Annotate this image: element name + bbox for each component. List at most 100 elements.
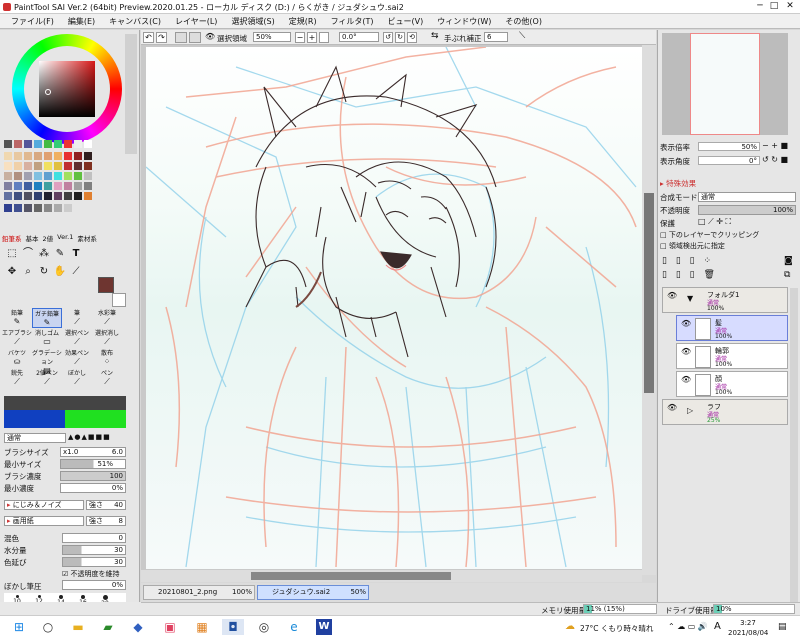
layer-rough[interactable]: 👁 ▷ ラフ 通常 25% bbox=[662, 399, 788, 425]
app-icon-5[interactable]: ◎ bbox=[256, 619, 272, 635]
lasso-icon[interactable]: ⌒ bbox=[20, 246, 36, 262]
minimize-button[interactable]: ─ bbox=[754, 1, 766, 12]
brush-watercolor[interactable]: 水彩筆 ⟋ bbox=[92, 308, 122, 328]
blur-pressure-field[interactable]: 0% bbox=[62, 580, 126, 590]
blend-mode-select[interactable]: 通常 bbox=[4, 433, 66, 443]
brush-sharp[interactable]: 鋭先 ⟋ bbox=[2, 368, 32, 388]
panel-scrollbar[interactable] bbox=[125, 34, 137, 154]
color-wheel[interactable] bbox=[12, 34, 122, 144]
rotate-right-button[interactable]: ↻ bbox=[395, 32, 405, 43]
text-tool-icon[interactable]: T bbox=[68, 246, 84, 262]
color-strip[interactable] bbox=[4, 396, 126, 428]
zoom-reset-button[interactable] bbox=[319, 32, 329, 43]
ime-indicator[interactable]: A bbox=[714, 621, 721, 632]
selection-visible-icon[interactable]: 👁 bbox=[205, 32, 215, 41]
layer-action-buttons-2[interactable]: ▯ ▯ ▯ 🗑 bbox=[662, 270, 718, 280]
rotate-icon[interactable]: ↻ bbox=[36, 264, 52, 280]
horizontal-scroll-thumb[interactable] bbox=[251, 572, 451, 580]
selection-source-checkbox[interactable]: □ 領域検出元に指定 bbox=[660, 241, 725, 251]
visibility-eye-icon[interactable]: 👁 bbox=[667, 291, 677, 300]
paper-select[interactable]: ▸ 画用紙 bbox=[4, 516, 84, 526]
layer-outline[interactable]: 👁 輪郭 通常 100% bbox=[676, 343, 788, 369]
brush-effect-pen[interactable]: 効果ペン ⟋ bbox=[62, 348, 92, 368]
visibility-eye-icon[interactable]: 👁 bbox=[681, 319, 691, 328]
zoom-out-button[interactable]: − bbox=[295, 32, 305, 43]
tray-icons[interactable]: ⌃ ☁ ▭ 🔊 bbox=[668, 622, 708, 631]
visibility-eye-icon[interactable]: 👁 bbox=[667, 403, 677, 412]
texture-select[interactable]: ▸ にじみ＆ノイズ bbox=[4, 500, 84, 510]
brush-eraser[interactable]: 消しゴム ▭ bbox=[32, 328, 62, 348]
straight-line-icon[interactable]: ⟍ bbox=[519, 31, 525, 41]
brush-select-eraser[interactable]: 選択消し ⟋ bbox=[92, 328, 122, 348]
zoom-icon[interactable]: ⌕ bbox=[20, 264, 36, 280]
current-color-swatch[interactable] bbox=[98, 277, 114, 293]
brush-shape-selector[interactable]: ▲●▲■■■ bbox=[68, 433, 126, 443]
keep-opacity-checkbox[interactable]: ☑ 不透明度を維持 bbox=[62, 569, 120, 579]
deselect-button[interactable] bbox=[175, 32, 187, 43]
secondary-color-swatch[interactable] bbox=[112, 293, 126, 307]
invert-selection-button[interactable] bbox=[189, 32, 201, 43]
min-density-slider[interactable]: 0% bbox=[60, 483, 126, 493]
word-icon[interactable]: W bbox=[316, 619, 332, 635]
layer-folder1[interactable]: 👁 ▼ フォルダ1 通常 100% bbox=[662, 287, 788, 313]
visibility-eye-icon[interactable]: 👁 bbox=[681, 375, 691, 384]
search-icon[interactable]: ○ bbox=[40, 619, 56, 635]
stabilizer-select[interactable]: 6 bbox=[484, 32, 508, 42]
menu-other[interactable]: その他(O) bbox=[498, 14, 549, 28]
clock[interactable]: 3:27 2021/08/04 bbox=[728, 618, 768, 638]
brush-gradient[interactable]: グラデーション ▤ bbox=[32, 348, 62, 375]
folder-expand-icon[interactable]: ▼ bbox=[687, 294, 693, 303]
effects-header[interactable]: ▸ 特殊効果 bbox=[660, 178, 696, 189]
weather-icon[interactable]: ☁ bbox=[565, 621, 575, 632]
edge-icon[interactable]: e bbox=[286, 619, 302, 635]
close-button[interactable]: ✕ bbox=[784, 1, 796, 12]
nav-angle-slider[interactable]: 0° bbox=[698, 156, 760, 165]
brush-bucket[interactable]: バケツ ⛀ bbox=[2, 348, 32, 368]
layer-hair[interactable]: 👁 髪通常 100% bbox=[676, 315, 788, 341]
app-icon-4[interactable]: ▦ bbox=[194, 619, 210, 635]
eyedropper-icon[interactable]: ✎ bbox=[52, 246, 68, 262]
menu-filter[interactable]: フィルタ(T) bbox=[324, 14, 381, 28]
layer-scrollbar[interactable] bbox=[790, 288, 798, 606]
vertical-scroll-thumb[interactable] bbox=[644, 193, 654, 393]
drawing-paper[interactable] bbox=[146, 47, 642, 569]
folder-collapse-icon[interactable]: ▷ bbox=[687, 406, 693, 415]
canvas-vertical-scrollbar[interactable] bbox=[642, 45, 656, 575]
windows-start-icon[interactable]: ⊞ bbox=[10, 619, 28, 635]
brush-pen[interactable]: ペン ⟋ bbox=[92, 368, 122, 388]
layer-opacity-slider[interactable]: 100% bbox=[698, 205, 796, 215]
layer-menu-icon[interactable]: ◙ bbox=[784, 256, 793, 266]
file-tab-sai2[interactable]: ジュダシュウ.sai2 50% bbox=[257, 585, 369, 600]
rotate-left-button[interactable]: ↺ bbox=[383, 32, 393, 43]
layer-blend-select[interactable]: 通常 bbox=[698, 192, 796, 202]
nav-angle-buttons[interactable]: ↺ ↻ ■ bbox=[762, 155, 788, 164]
layer-action-buttons[interactable]: ▯ ▯ ▯ ⁘ bbox=[662, 256, 714, 266]
zoom-select[interactable]: 50% bbox=[253, 32, 291, 42]
nav-zoom-buttons[interactable]: − + ■ bbox=[762, 141, 788, 150]
canvas-horizontal-scrollbar[interactable] bbox=[141, 570, 642, 582]
protect-icons[interactable]: □ ⟋ ✛ ⛶ bbox=[698, 217, 731, 227]
clipping-checkbox[interactable]: □ 下のレイヤーでクリッピング bbox=[660, 230, 759, 240]
brush-select-pen[interactable]: 選択ペン ⟋ bbox=[62, 328, 92, 348]
texture-strength-field[interactable]: 強さ 40 bbox=[86, 500, 126, 510]
menu-window[interactable]: ウィンドウ(W) bbox=[430, 14, 498, 28]
paper-strength-field[interactable]: 強さ 8 bbox=[86, 516, 126, 526]
visibility-eye-icon[interactable]: 👁 bbox=[681, 347, 691, 356]
app-icon-1[interactable]: ▰ bbox=[100, 619, 116, 635]
layer-face[interactable]: 👁 顔通常 100% bbox=[676, 371, 788, 397]
tab-ver1[interactable]: Ver.1 bbox=[57, 233, 73, 243]
app-icon-3[interactable]: ▣ bbox=[162, 619, 178, 635]
menu-view[interactable]: ビュー(V) bbox=[381, 14, 431, 28]
brush-blur[interactable]: ぼかし ⟋ bbox=[62, 368, 92, 388]
magic-wand-icon[interactable]: ⁂ bbox=[36, 246, 52, 262]
nav-zoom-slider[interactable]: 50% bbox=[698, 142, 760, 151]
weather-text[interactable]: 27°C くもり時々晴れ bbox=[580, 623, 653, 634]
tab-material[interactable]: 素材系 bbox=[77, 233, 97, 243]
flip-icon[interactable]: ⇆ bbox=[431, 31, 439, 41]
move-icon[interactable]: ✥ bbox=[4, 264, 20, 280]
min-size-slider[interactable]: 51% bbox=[60, 459, 126, 469]
file-explorer-icon[interactable]: ▬ bbox=[70, 619, 86, 635]
angle-select[interactable]: 0.0° bbox=[339, 32, 379, 42]
file-tab-png[interactable]: 20210801_2.png 100% bbox=[143, 585, 255, 600]
water-slider[interactable]: 30 bbox=[62, 545, 126, 555]
